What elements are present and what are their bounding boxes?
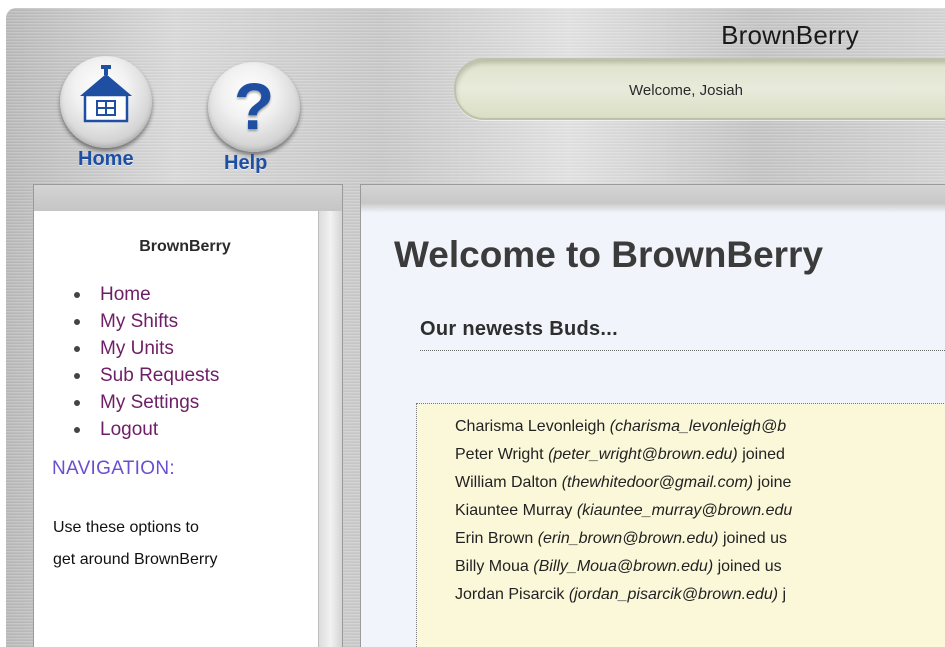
list-item: Peter Wright (peter_wright@brown.edu) jo… [455,446,785,463]
section-divider [420,350,945,351]
list-item: William Dalton (thewhitedoor@gmail.com) … [455,474,792,491]
list-item: Jordan Pisarcik (jordan_pisarcik@brown.e… [455,586,787,603]
sidebar-scrollbar[interactable] [318,211,342,647]
sidebar-title: BrownBerry [139,238,231,255]
section-heading: Our newests Buds... [420,318,618,340]
navigation-help-line: Use these options to [53,519,199,536]
sidebar-item-my-units[interactable]: My Units [60,335,219,362]
home-button[interactable] [60,56,152,148]
navigation-heading: NAVIGATION: [52,458,175,479]
list-item: Billy Moua (Billy_Moua@brown.edu) joined… [455,558,782,575]
navigation-help-line: get around BrownBerry [53,551,218,568]
newest-buds-list: Charisma Levonleigh (charisma_levonleigh… [416,403,945,647]
navigation-help-text: Use these options to get around BrownBer… [53,512,303,576]
sidebar-item-home[interactable]: Home [60,281,219,308]
list-item: Charisma Levonleigh (charisma_levonleigh… [455,418,787,435]
sidebar-item-logout[interactable]: Logout [60,416,219,443]
sidebar-item-my-shifts[interactable]: My Shifts [60,308,219,335]
list-item: Kiauntee Murray (kiauntee_murray@brown.e… [455,502,793,519]
welcome-text: Welcome, Josiah [629,82,743,99]
page-title: Welcome to BrownBerry [394,234,824,275]
sidebar-item-my-settings[interactable]: My Settings [60,389,219,416]
list-item: Erin Brown (erin_brown@brown.edu) joined… [455,530,787,547]
welcome-banner: Welcome, Josiah [454,58,945,120]
question-mark-icon: ? [233,69,275,143]
help-button[interactable]: ? [208,62,300,152]
app-title: BrownBerry [721,20,859,50]
home-button-label[interactable]: Home [78,148,134,171]
sidebar-item-sub-requests[interactable]: Sub Requests [60,362,219,389]
sidebar-nav-list: Home My Shifts My Units Sub Requests My … [60,281,219,443]
help-button-label[interactable]: Help [224,152,267,175]
house-icon [80,65,132,123]
